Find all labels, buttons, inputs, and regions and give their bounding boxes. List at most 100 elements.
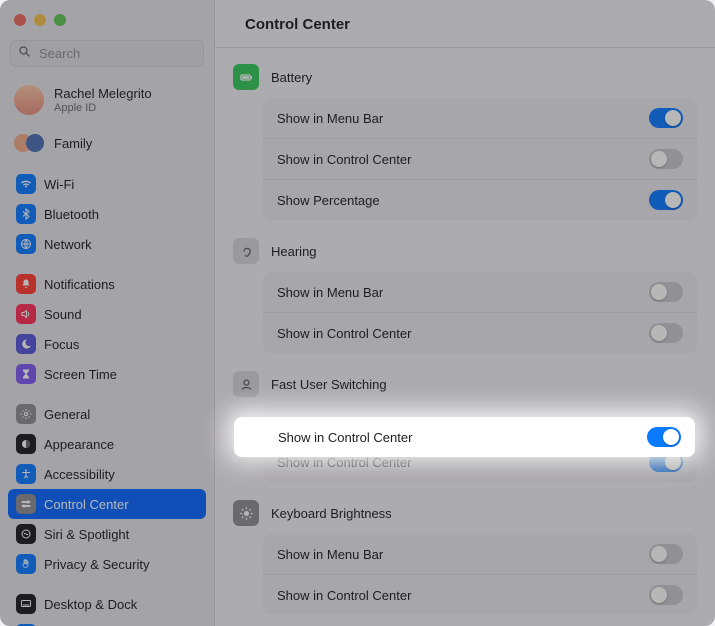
minimize-icon[interactable] xyxy=(34,14,46,26)
speaker-icon xyxy=(16,304,36,324)
search-input[interactable] xyxy=(10,40,204,67)
section-rows: Show in Menu Bar Show in Control Center xyxy=(263,272,697,353)
section-title: Fast User Switching xyxy=(271,377,387,392)
sidebar-item-label: Network xyxy=(44,237,92,252)
toggle[interactable] xyxy=(649,585,683,605)
sidebar-item-siri[interactable]: Siri & Spotlight xyxy=(8,519,206,549)
bell-icon xyxy=(16,274,36,294)
account-name: Rachel Melegrito xyxy=(54,86,152,102)
setting-row: Show Percentage xyxy=(263,179,697,220)
toggle[interactable] xyxy=(649,190,683,210)
account-sub: Apple ID xyxy=(54,102,152,114)
sidebar-item-label: Focus xyxy=(44,337,79,352)
section-battery: Battery Show in Menu Bar Show in Control … xyxy=(231,56,697,220)
row-label: Show in Menu Bar xyxy=(277,547,383,562)
siri-icon xyxy=(16,524,36,544)
window-controls xyxy=(8,8,206,36)
sidebar-item-accessibility[interactable]: Accessibility xyxy=(8,459,206,489)
row-label: Show in Control Center xyxy=(277,152,411,167)
setting-row: Show in Control Center xyxy=(263,574,697,615)
row-label: Show in Menu Bar xyxy=(277,111,383,126)
sliders-icon xyxy=(16,494,36,514)
wifi-icon xyxy=(16,174,36,194)
section-header: Fast User Switching xyxy=(231,363,697,405)
sidebar-item-desktop[interactable]: Desktop & Dock xyxy=(8,589,206,619)
setting-row: Show in Control Center xyxy=(263,312,697,353)
sidebar-item-label: Wi-Fi xyxy=(44,177,74,192)
appearance-icon xyxy=(16,434,36,454)
search-field[interactable] xyxy=(10,40,204,67)
sidebar-item-displays[interactable]: Displays xyxy=(8,619,206,626)
toggle[interactable] xyxy=(647,427,681,447)
row-label: Show in Menu Bar xyxy=(277,285,383,300)
sidebar-item-controlcenter[interactable]: Control Center xyxy=(8,489,206,519)
sidebar-item-notifications[interactable]: Notifications xyxy=(8,269,206,299)
row-label: Show Percentage xyxy=(277,193,380,208)
sidebar-item-label: Privacy & Security xyxy=(44,557,149,572)
toggle[interactable] xyxy=(649,323,683,343)
brightness-icon xyxy=(233,500,259,526)
sidebar-item-label: Control Center xyxy=(44,497,129,512)
section-header: Hearing xyxy=(231,230,697,272)
sidebar-item-sound[interactable]: Sound xyxy=(8,299,206,329)
section-rows: Show in Menu Bar Show in Control Center Sh… xyxy=(263,98,697,220)
moon-icon xyxy=(16,334,36,354)
sidebar-item-label: Notifications xyxy=(44,277,115,292)
hourglass-icon xyxy=(16,364,36,384)
access-icon xyxy=(16,464,36,484)
section-header: Keyboard Brightness xyxy=(231,492,697,534)
sidebar-item-appearance[interactable]: Appearance xyxy=(8,429,206,459)
fullscreen-icon[interactable] xyxy=(54,14,66,26)
apple-id-row[interactable]: Rachel Melegrito Apple ID xyxy=(8,79,206,121)
bluetooth-icon xyxy=(16,204,36,224)
close-icon[interactable] xyxy=(14,14,26,26)
section-title: Hearing xyxy=(271,244,317,259)
toggle[interactable] xyxy=(649,149,683,169)
sidebar-item-general[interactable]: General xyxy=(8,399,206,429)
sidebar-item-label: Appearance xyxy=(44,437,114,452)
row-label: Show in Control Center xyxy=(277,588,411,603)
titlebar: Control Center xyxy=(215,0,715,48)
sidebar: Rachel Melegrito Apple ID Family Wi-Fi Bl… xyxy=(0,0,215,626)
family-row[interactable]: Family xyxy=(8,127,206,159)
sidebar-item-wifi[interactable]: Wi-Fi xyxy=(8,169,206,199)
sidebar-item-label: Siri & Spotlight xyxy=(44,527,129,542)
search-icon xyxy=(18,45,31,63)
user-icon xyxy=(233,371,259,397)
setting-row: Show in Control Center xyxy=(263,138,697,179)
gear-icon xyxy=(16,404,36,424)
sidebar-item-bluetooth[interactable]: Bluetooth xyxy=(8,199,206,229)
section-title: Battery xyxy=(271,70,312,85)
setting-row: Show in Menu Bar xyxy=(263,98,697,138)
highlighted-row[interactable]: Show in Control Center xyxy=(234,417,695,457)
sidebar-item-privacy[interactable]: Privacy & Security xyxy=(8,549,206,579)
section-kbright: Keyboard Brightness Show in Menu BarShow… xyxy=(231,492,697,615)
dock-icon xyxy=(16,594,36,614)
sidebar-item-label: Desktop & Dock xyxy=(44,597,137,612)
globe-icon xyxy=(16,234,36,254)
section-title: Keyboard Brightness xyxy=(271,506,392,521)
sidebar-item-label: Screen Time xyxy=(44,367,117,382)
toggle[interactable] xyxy=(649,544,683,564)
sidebar-item-label: Accessibility xyxy=(44,467,115,482)
sidebar-item-focus[interactable]: Focus xyxy=(8,329,206,359)
toggle[interactable] xyxy=(649,282,683,302)
sidebar-item-screentime[interactable]: Screen Time xyxy=(8,359,206,389)
sidebar-item-label: Bluetooth xyxy=(44,207,99,222)
toggle[interactable] xyxy=(649,108,683,128)
section-rows: Show in Menu Bar Show in Control Center xyxy=(263,534,697,615)
hand-icon xyxy=(16,554,36,574)
section-header: Battery xyxy=(231,56,697,98)
setting-row: Show in Menu Bar xyxy=(263,272,697,312)
section-hearing: Hearing Show in Menu Bar Show in Control … xyxy=(231,230,697,353)
row-label: Show in Control Center xyxy=(277,326,411,341)
row-label: Show in Control Center xyxy=(278,430,412,445)
main-panel: Control Center Battery Show in Menu BarS… xyxy=(215,0,715,626)
battery-icon xyxy=(233,64,259,90)
sidebar-item-label: Sound xyxy=(44,307,82,322)
avatar xyxy=(14,85,44,115)
family-label: Family xyxy=(54,136,92,151)
family-icon xyxy=(14,133,44,153)
sidebar-item-network[interactable]: Network xyxy=(8,229,206,259)
content-scroll[interactable]: Battery Show in Menu Bar Show in Control … xyxy=(215,48,715,626)
